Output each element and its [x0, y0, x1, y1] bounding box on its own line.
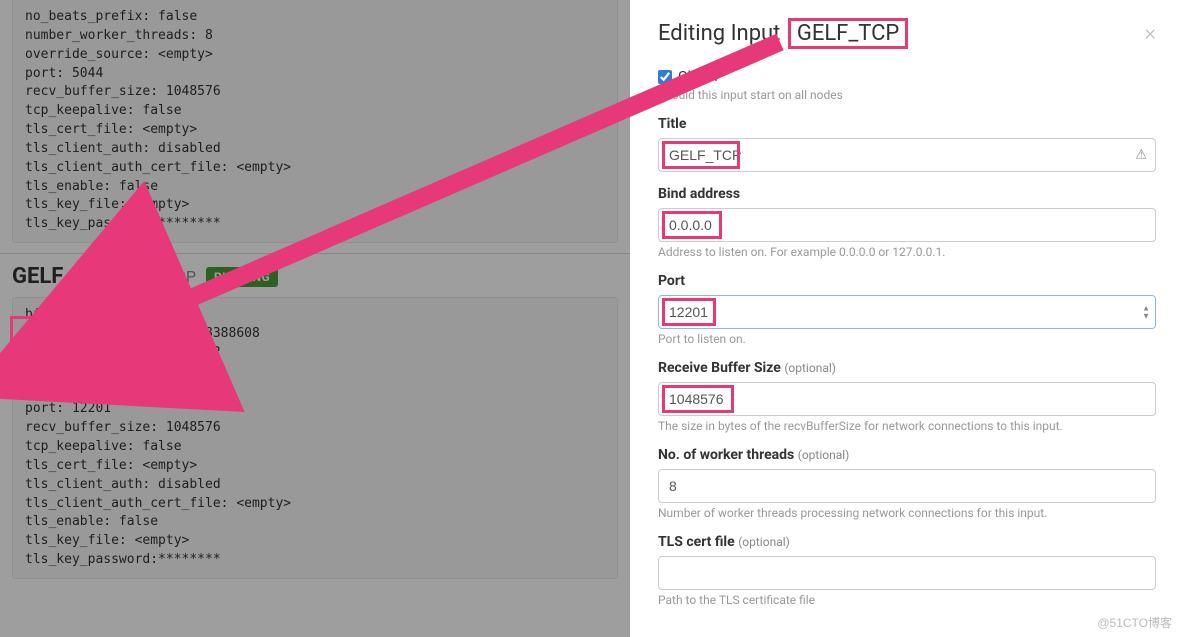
- input-type: GELF TCP: [125, 267, 196, 286]
- port-help: Port to listen on.: [658, 332, 1156, 346]
- modal-title: Editing Input GELF_TCP: [658, 18, 908, 49]
- port-label: Port: [658, 273, 1156, 289]
- config-line: max_message_size: 2097152: [25, 344, 605, 363]
- config-line: tls_key_file: <empty>: [25, 532, 605, 551]
- config-line: tls_key_password:********: [25, 215, 605, 234]
- recv-buffer-help: The size in bytes of the recvBufferSize …: [658, 419, 1156, 433]
- config-line: number_worker_threads: 8: [25, 363, 605, 382]
- config-line: tls_key_file: <empty>: [25, 196, 605, 215]
- watermark: @51CTO博客: [1097, 614, 1172, 631]
- port-input[interactable]: [658, 295, 1156, 329]
- config-line: tls_key_password:********: [25, 551, 605, 570]
- config-line: tls_client_auth: disabled: [25, 476, 605, 495]
- close-icon[interactable]: ×: [1144, 21, 1156, 46]
- port-spinner[interactable]: ▲▼: [1142, 305, 1150, 320]
- config-line: number_worker_threads: 8: [25, 27, 605, 46]
- config-line: decompress_size_limit: 8388608: [25, 325, 605, 344]
- recv-buffer-label: Receive Buffer Size (optional): [658, 360, 1156, 376]
- global-checkbox-label: Global: [678, 69, 718, 85]
- input-header: GELF_TCP GELF TCP RUNNING: [0, 253, 630, 297]
- bind-address-input[interactable]: [658, 208, 1156, 242]
- config-line: override_source: <empty>: [25, 46, 605, 65]
- config-line: tls_cert_file: <empty>: [25, 457, 605, 476]
- input-name: GELF_TCP: [12, 264, 115, 289]
- bind-address-label: Bind address: [658, 186, 1156, 202]
- config-block-upper: no_beats_prefix: falsenumber_worker_thre…: [12, 0, 618, 243]
- recv-buffer-input[interactable]: [658, 382, 1156, 416]
- modal-title-input-name: GELF_TCP: [788, 18, 908, 49]
- config-line: tls_cert_file: <empty>: [25, 121, 605, 140]
- title-label: Title: [658, 116, 1156, 132]
- warning-icon: ⚠: [1135, 148, 1147, 163]
- config-line: no_beats_prefix: false: [25, 8, 605, 27]
- tls-cert-input[interactable]: [658, 556, 1156, 590]
- config-line: recv_buffer_size: 1048576: [25, 83, 605, 102]
- status-badge: RUNNING: [206, 267, 278, 287]
- config-line: tcp_keepalive: false: [25, 438, 605, 457]
- config-line: port: 5044: [25, 65, 605, 84]
- global-help-text: Should this input start on all nodes: [658, 88, 1156, 102]
- worker-threads-input[interactable]: [658, 469, 1156, 503]
- config-line: tls_client_auth: disabled: [25, 140, 605, 159]
- edit-input-modal: Editing Input GELF_TCP × Global Should t…: [630, 0, 1184, 637]
- worker-threads-label: No. of worker threads (optional): [658, 447, 1156, 463]
- config-line: recv_buffer_size: 1048576: [25, 419, 605, 438]
- tls-cert-label: TLS cert file (optional): [658, 534, 1156, 550]
- modal-title-prefix: Editing Input: [658, 21, 780, 46]
- tls-cert-help: Path to the TLS certificate file: [658, 593, 1156, 607]
- config-line: tls_enable: false: [25, 178, 605, 197]
- global-checkbox[interactable]: [658, 70, 672, 84]
- bind-address-help: Address to listen on. For example 0.0.0.…: [658, 245, 1156, 259]
- config-line: tls_client_auth_cert_file: <empty>: [25, 495, 605, 514]
- background-panel: no_beats_prefix: falsenumber_worker_thre…: [0, 0, 630, 637]
- config-line: override_source: <empty>: [25, 382, 605, 401]
- worker-threads-help: Number of worker threads processing netw…: [658, 506, 1156, 520]
- config-line: port: 12201: [25, 400, 605, 419]
- config-block-lower: bind_address: 0.0.0.0decompress_size_lim…: [12, 297, 618, 579]
- config-line: tls_client_auth_cert_file: <empty>: [25, 159, 605, 178]
- title-input[interactable]: [658, 138, 1156, 172]
- config-line: bind_address: 0.0.0.0: [25, 306, 605, 325]
- config-line: tcp_keepalive: false: [25, 102, 605, 121]
- config-line: tls_enable: false: [25, 513, 605, 532]
